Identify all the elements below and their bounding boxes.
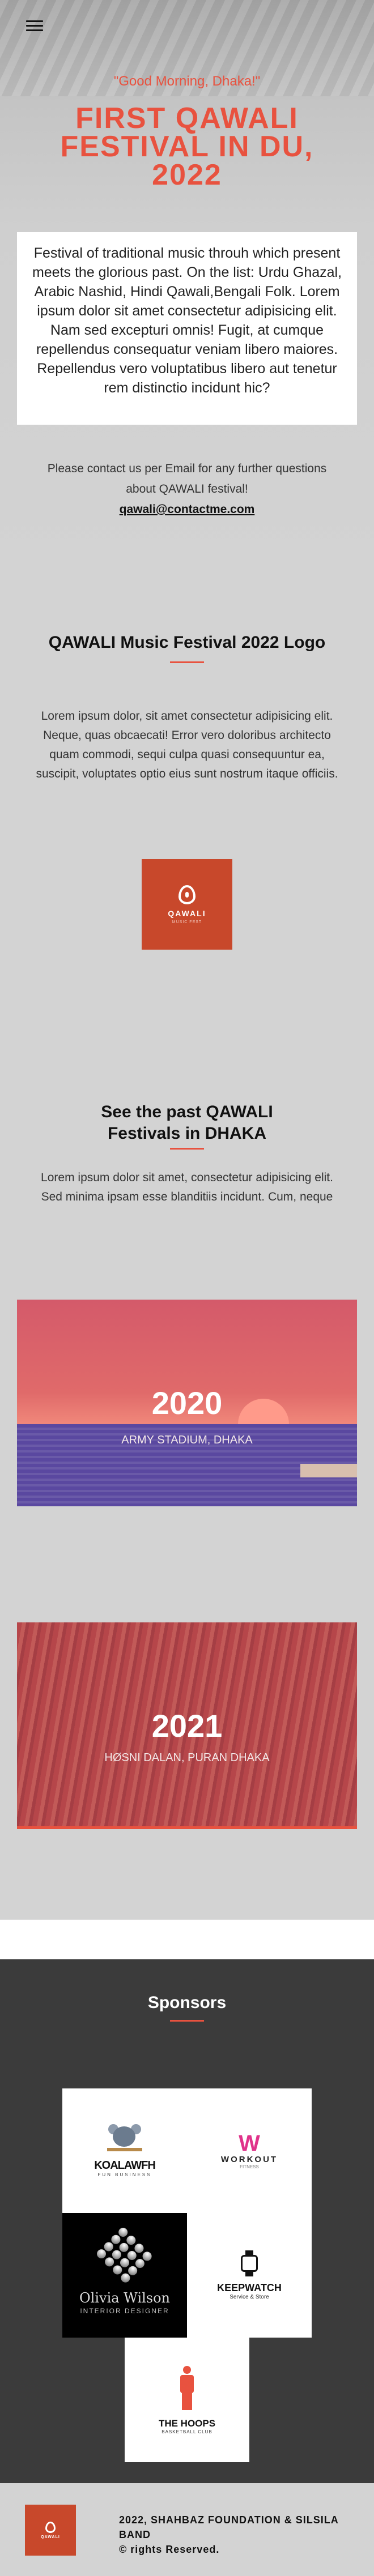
boat-image (300, 1464, 357, 1477)
footer-logo-word: QAWALI (41, 2535, 60, 2539)
footer-line1: 2022, SHAHBAZ FOUNDATION & SILSILA BAND (119, 2514, 339, 2540)
past-title-line1: See the past QAWALI (101, 1103, 273, 1121)
footer-text: 2022, SHAHBAZ FOUNDATION & SILSILA BAND … (119, 2513, 346, 2557)
footer: QAWALI 2022, SHAHBAZ FOUNDATION & SILSIL… (0, 2483, 374, 2576)
sponsor-sub: FUN BUSINESS (97, 2172, 152, 2177)
sponsor-name: Olivia Wilson (79, 2290, 171, 2306)
sponsor-name: KOALAWFH (94, 2159, 156, 2172)
sphere-pattern-icon (95, 2225, 155, 2285)
koala-icon (107, 2124, 142, 2156)
footer-logo[interactable]: QAWALI (25, 2505, 76, 2556)
sponsor-olivia-wilson[interactable]: Olivia Wilson INTERIOR DESIGNER (62, 2213, 187, 2338)
logo-subword: MUSIC FEST (172, 920, 202, 924)
page-title: First QAWALI festival in DU, 2022 (60, 102, 314, 191)
festival-place: ARMY STADIUM, DHAKA (121, 1434, 253, 1446)
contact-email-link[interactable]: qawali@contactme.com (34, 499, 340, 520)
past-section-title: See the past QAWALI Festivals in DHAKA (0, 1101, 374, 1144)
intro-text-box: Festival of traditional music throuh whi… (17, 232, 357, 425)
hero-greeting: "Good Morning, Dhaka!" (113, 74, 261, 89)
crown-w-icon: W (239, 2131, 260, 2156)
sponsor-koalawfh[interactable]: KOALAWFH FUN BUSINESS (62, 2088, 187, 2213)
festival-logo: QAWALI MUSIC FEST (142, 859, 232, 950)
sponsor-sub: Service & Store (230, 2294, 269, 2300)
logo-section-text: Lorem ipsum dolor, sit amet consectetur … (36, 710, 338, 780)
festival-year: 2021 (151, 1708, 223, 1744)
logo-word: QAWALI (168, 908, 206, 918)
sponsors-section: Sponsors KOALAWFH FUN BUSINESS W WORKOUT… (0, 1920, 374, 2483)
contact-text: Please contact us per Email for any furt… (47, 462, 327, 495)
logo-mark-icon (178, 885, 196, 904)
footer-line2: © rights Reserved. (119, 2544, 220, 2555)
hero-section: "Good Morning, Dhaka!" First QAWALI fest… (0, 0, 374, 566)
title-underline (170, 661, 204, 663)
festival-card-2021[interactable]: 2021 HØSNI DALAN, PURAN DHAKA (17, 1622, 357, 1829)
sponsor-workout[interactable]: W WORKOUT FITNESS (187, 2088, 312, 2213)
sponsors-title: Sponsors (147, 1993, 227, 2012)
past-title-line2: Festivals in DHAKA (107, 1124, 267, 1143)
watch-icon (240, 2250, 259, 2276)
sponsor-sub: BASKETBALL CLUB (162, 2429, 212, 2434)
sponsor-name: THE HOOPS (158, 2417, 216, 2429)
basketball-player-icon (176, 2365, 198, 2411)
contact-block: Please contact us per Email for any furt… (34, 459, 340, 520)
festival-card-2020[interactable]: 2020 ARMY STADIUM, DHAKA (17, 1300, 357, 1506)
sponsors-panel: Sponsors KOALAWFH FUN BUSINESS W WORKOUT… (0, 1959, 374, 2483)
past-festivals-section: See the past QAWALI Festivals in DHAKA L… (0, 1002, 374, 1920)
past-section-text: Lorem ipsum dolor sit amet, consectetur … (41, 1171, 333, 1203)
sponsor-name: KEEPWATCH (217, 2282, 282, 2293)
title-underline (170, 1148, 204, 1150)
title-underline (170, 2020, 204, 2022)
sponsor-the-hoops[interactable]: THE HOOPS BASKETBALL CLUB (125, 2338, 249, 2462)
sponsor-name: WORKOUT (220, 2155, 278, 2164)
page: "Good Morning, Dhaka!" First QAWALI fest… (0, 0, 374, 2576)
logo-mark-icon (45, 2521, 56, 2533)
hamburger-menu-icon[interactable] (26, 20, 43, 33)
logo-section: QAWALI Music Festival 2022 Logo Lorem ip… (0, 566, 374, 1002)
sponsor-keepwatch[interactable]: KEEPWATCH Service & Store (187, 2213, 312, 2338)
festival-place: HØSNI DALAN, PURAN DHAKA (104, 1751, 270, 1764)
logo-section-title: QAWALI Music Festival 2022 Logo (48, 633, 326, 652)
sponsor-sub: INTERIOR DESIGNER (80, 2307, 169, 2315)
sponsor-sub: FITNESS (240, 2164, 259, 2169)
festival-year: 2020 (151, 1385, 223, 1421)
